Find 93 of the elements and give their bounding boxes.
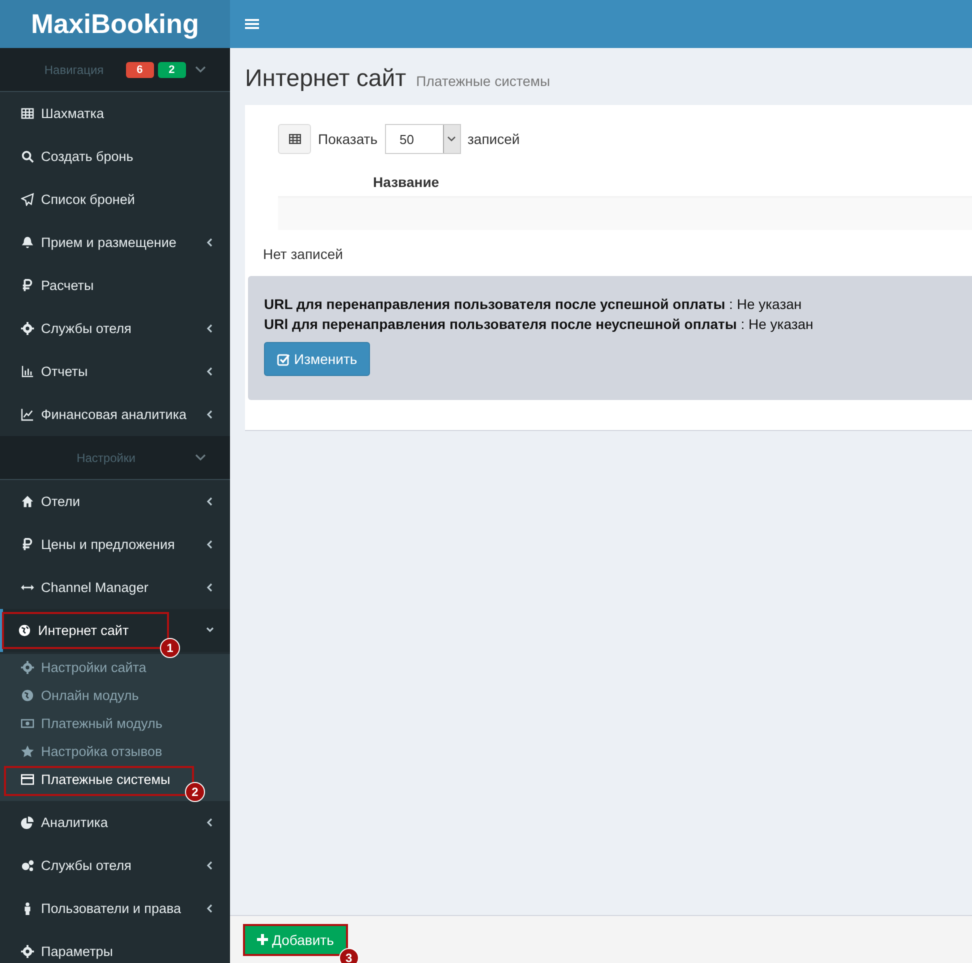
count-badge: 2 <box>158 62 186 78</box>
plane-icon <box>21 193 34 206</box>
chevron-left-icon <box>206 540 214 549</box>
sidebar-item[interactable]: Службы отеля <box>0 844 230 887</box>
globe-icon <box>21 688 34 702</box>
menu-label: Цены и предложения <box>41 537 175 552</box>
menu-label: Службы отеля <box>41 321 132 336</box>
globe-icon <box>18 624 31 637</box>
chevron-left-icon <box>206 324 214 333</box>
sidebar-item[interactable]: Цены и предложения <box>0 523 230 566</box>
menu-label: Расчеты <box>41 278 94 293</box>
chevron-left-icon <box>206 861 214 870</box>
page-size-select[interactable]: 50 <box>384 124 461 154</box>
menu-label: Финансовая аналитика <box>41 407 187 422</box>
sidebar-item[interactable]: Финансовая аналитика <box>0 393 230 436</box>
submenu-item[interactable]: Настройки сайта <box>6 654 150 680</box>
setting-line: URL для перенаправления пользователя после успешной оплаты : Не указан <box>264 295 803 314</box>
section-label: Навигация <box>44 62 104 76</box>
menu-label: Службы отеля <box>41 858 132 873</box>
menu-label: Отчеты <box>41 364 88 379</box>
menu-label: Список броней <box>41 192 135 207</box>
search-icon <box>21 150 34 163</box>
star-icon <box>21 744 34 758</box>
chevron-down-icon <box>195 454 206 461</box>
checkbox-icon <box>277 352 290 366</box>
submenu-item[interactable]: Платежные системы <box>6 766 174 792</box>
chevron-left-icon <box>206 367 214 376</box>
sidebar-item[interactable]: Отели <box>0 480 230 523</box>
menu-label: Параметры <box>41 944 113 959</box>
chevron-left-icon <box>206 818 214 827</box>
line-icon <box>21 408 34 421</box>
home-icon <box>21 495 34 508</box>
logo[interactable]: MaxiBooking <box>0 0 230 48</box>
sidebar-item[interactable]: Шахматка <box>0 92 230 135</box>
menu-label: Отели <box>41 494 80 509</box>
submenu-item[interactable]: Платежный модуль <box>6 710 166 736</box>
sidebar-item[interactable]: Создать бронь <box>0 135 230 178</box>
menu-label: Прием и размещение <box>41 235 176 250</box>
menu-label: Создать бронь <box>41 149 134 164</box>
menu-label: Шахматка <box>41 106 104 121</box>
bars-icon <box>21 365 34 378</box>
table-icon <box>288 134 300 144</box>
menu-label: Аналитика <box>41 815 108 830</box>
page-subtitle: Платежные системы <box>416 73 550 89</box>
setting-line: URl для перенаправления пользователя после неуспешной оплаты : Не указан <box>264 315 814 334</box>
table-icon <box>21 107 34 120</box>
step-number-badge: 3 <box>338 948 359 963</box>
empty-message: Нет записей <box>263 245 344 264</box>
records-label: записей <box>468 131 520 147</box>
sidebar-item[interactable]: Параметры <box>0 930 230 963</box>
sidebar-item[interactable]: Channel Manager <box>0 566 230 609</box>
submenu-item[interactable]: Онлайн модуль <box>6 682 143 708</box>
money-icon <box>21 716 34 730</box>
ruble-icon <box>21 279 34 292</box>
pie-icon <box>21 816 34 829</box>
show-label: Показать <box>318 131 378 147</box>
sidebar-item[interactable]: Отчеты <box>0 350 230 393</box>
chevron-left-icon <box>206 583 214 592</box>
sidebar-item[interactable]: Пользователи и права <box>0 887 230 930</box>
ruble-icon <box>21 538 34 551</box>
sidebar-item[interactable]: Расчеты <box>0 264 230 307</box>
menu-icon[interactable] <box>245 18 259 30</box>
menu-label: Пользователи и права <box>41 901 182 916</box>
submenu-item[interactable]: Настройка отзывов <box>6 738 166 764</box>
sidebar-section-header[interactable]: Навигация 6 2 <box>0 48 230 92</box>
step-number-badge: 2 <box>185 782 205 802</box>
section-label: Настройки <box>76 450 136 464</box>
chevron-left-icon <box>206 238 214 247</box>
menu-label: Онлайн модуль <box>41 688 139 702</box>
page-title: Интернет сайт <box>245 65 406 93</box>
count-badge: 6 <box>126 62 154 78</box>
chevron-left-icon <box>206 497 214 506</box>
menu-label: Платежные системы <box>41 772 170 786</box>
sidebar-item[interactable]: Список броней <box>0 178 230 221</box>
column-header[interactable]: Название <box>373 174 440 190</box>
menu-label: Настройка отзывов <box>41 744 162 758</box>
sidebar-item[interactable]: Аналитика <box>0 801 230 844</box>
chevron-left-icon <box>206 904 214 913</box>
chevron-down-icon <box>206 626 214 635</box>
sidebar-item[interactable]: Прием и размещение <box>0 221 230 264</box>
edit-button[interactable]: Изменить <box>264 342 370 376</box>
chevron-left-icon <box>206 410 214 419</box>
sidebar-item[interactable]: Службы отеля <box>0 307 230 350</box>
bell-icon <box>21 236 34 249</box>
menu-label: Платежный модуль <box>41 716 162 730</box>
menu-label: Интернет сайт <box>38 623 129 638</box>
menu-label: Настройки сайта <box>41 660 146 674</box>
card-icon <box>21 772 34 786</box>
columns-button[interactable] <box>278 124 311 154</box>
menu-label: Channel Manager <box>41 580 148 595</box>
plus-icon <box>257 934 268 945</box>
chevron-down-icon <box>447 136 456 142</box>
chevron-down-icon <box>195 66 206 73</box>
